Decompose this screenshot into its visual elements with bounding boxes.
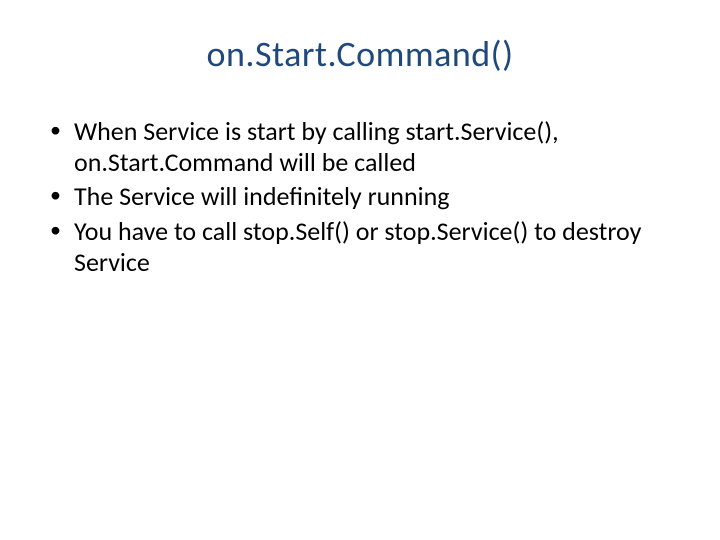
- list-item: The Service will indefinitely running: [46, 181, 680, 212]
- list-item: You have to call stop.Self() or stop.Ser…: [46, 216, 680, 277]
- bullet-list: When Service is start by calling start.S…: [46, 116, 680, 277]
- slide: on.Start.Command() When Service is start…: [0, 0, 720, 540]
- slide-title: on.Start.Command(): [40, 32, 680, 76]
- list-item: When Service is start by calling start.S…: [46, 116, 680, 177]
